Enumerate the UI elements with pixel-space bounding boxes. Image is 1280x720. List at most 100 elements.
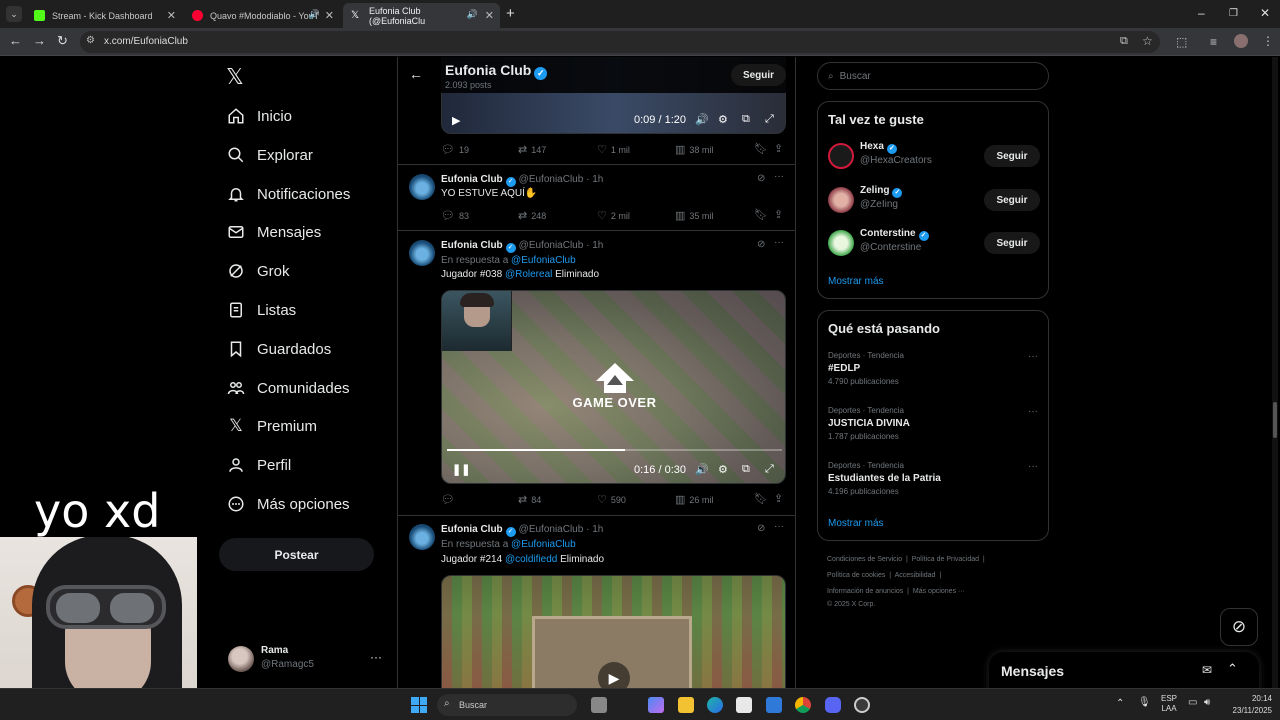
more-icon[interactable]: ···	[370, 650, 382, 664]
reply-action[interactable]: 💬︎ 83	[441, 209, 469, 222]
footer-link[interactable]: Más opciones ···	[913, 588, 965, 595]
grok-icon[interactable]: ⊘	[757, 523, 765, 534]
new-message-icon[interactable]: ✉	[1202, 663, 1212, 677]
discord-icon[interactable]	[825, 697, 841, 713]
search-input[interactable]: ⌕ Buscar	[817, 62, 1049, 90]
like-action[interactable]: ♡ 590	[597, 493, 626, 506]
pip-icon[interactable]: ⧉	[742, 463, 750, 476]
footer-link[interactable]: Política de Privacidad	[912, 556, 979, 563]
video-player[interactable]: ▶	[441, 575, 786, 688]
sidebar-item-guardados[interactable]: Guardados	[226, 337, 331, 361]
address-bar[interactable]: ⚙ x.com/EufoniaClub ⧉ ☆	[80, 31, 1160, 53]
follow-button[interactable]: Seguir	[984, 145, 1040, 167]
tweet-time[interactable]: · 1h	[586, 174, 603, 185]
video-progress-track[interactable]	[447, 449, 782, 451]
windows-start-icon[interactable]	[411, 697, 427, 713]
sidebar-item-mensajes[interactable]: Mensajes	[226, 220, 321, 244]
volume-icon[interactable]: 🔊	[695, 113, 709, 126]
more-icon[interactable]: ···	[774, 521, 784, 532]
messages-drawer[interactable]: Mensajes ✉ ⌃	[989, 652, 1259, 692]
widgets-icon[interactable]	[648, 697, 664, 713]
sidebar-item-mas-opciones[interactable]: Más opciones	[226, 492, 350, 516]
views-action[interactable]: ▥ 35 mil	[675, 209, 713, 222]
store-icon[interactable]	[736, 697, 752, 713]
like-action[interactable]: ♡ 1 mil	[597, 143, 630, 156]
author-name[interactable]: Eufonia Club	[441, 524, 503, 535]
forward-icon[interactable]: →	[33, 33, 46, 48]
settings-icon[interactable]: ⚙	[718, 463, 728, 476]
reply-action[interactable]: 💬︎ 19	[441, 143, 469, 156]
sidebar-item-perfil[interactable]: Perfil	[226, 453, 291, 477]
sidebar-item-grok[interactable]: Grok	[226, 259, 290, 283]
tab-youtube[interactable]: Quavo #Mododiablo - YouT 🔊 ✕	[184, 3, 340, 28]
extensions-icon[interactable]: ⬚	[1176, 35, 1187, 49]
suggested-user[interactable]: Hexa ✓ @HexaCreators Seguir	[828, 139, 1040, 175]
sidebar-item-comunidades[interactable]: Comunidades	[226, 376, 350, 400]
microphone-icon[interactable]: 🎙︎	[1138, 697, 1151, 708]
author-handle[interactable]: @EufoniaClub	[519, 524, 584, 535]
minimize-icon[interactable]: –	[1198, 6, 1205, 20]
views-action[interactable]: ▥ 26 mil	[675, 493, 713, 506]
page-scrollbar[interactable]	[1272, 57, 1278, 688]
tab-x-eufonia[interactable]: 𝕏 Eufonia Club (@EufoniaClu 🔊 ✕	[343, 3, 500, 28]
window-close-icon[interactable]: ✕	[1260, 6, 1270, 20]
maximize-icon[interactable]: ❐	[1229, 8, 1238, 19]
reply-to-link[interactable]: @EufoniaClub	[511, 255, 576, 266]
scrollbar-thumb[interactable]	[1273, 402, 1277, 438]
close-icon[interactable]: ✕	[485, 9, 494, 22]
tray-chevron-icon[interactable]: ⌃	[1116, 698, 1124, 709]
language-indicator[interactable]: ESP LAA	[1161, 694, 1177, 714]
show-more-link[interactable]: Mostrar más	[828, 518, 884, 529]
reload-icon[interactable]: ↻	[57, 33, 68, 49]
sidebar-item-premium[interactable]: 𝕏 Premium	[226, 414, 317, 438]
show-more-link[interactable]: Mostrar más	[828, 276, 884, 287]
fullscreen-icon[interactable]: ⤢	[765, 463, 774, 476]
pip-icon[interactable]: ⧉	[742, 113, 750, 126]
close-icon[interactable]: ✕	[167, 9, 176, 22]
expand-icon[interactable]: ⌃	[1227, 661, 1238, 677]
bookmark-action[interactable]: 🔖︎	[754, 492, 772, 505]
suggested-user[interactable]: Zeling ✓ @ZeIing Seguir	[828, 183, 1040, 219]
author-handle[interactable]: @EufoniaClub	[519, 174, 584, 185]
more-icon[interactable]: ···	[1028, 351, 1038, 362]
new-tab-button[interactable]: +	[506, 5, 515, 22]
tab-kick[interactable]: Stream - Kick Dashboard ✕	[26, 3, 182, 28]
avatar[interactable]	[409, 240, 435, 266]
trend-item[interactable]: Deportes · Tendencia Estudiantes de la P…	[828, 461, 1040, 496]
follow-button[interactable]: Seguir	[984, 189, 1040, 211]
grok-icon[interactable]: ⊘	[757, 173, 765, 184]
clock[interactable]: 20:14 23/11/2025	[1222, 693, 1272, 717]
video-player[interactable]: GAME OVER ❚❚ 0:16 / 0:30 🔊 ⚙ ⧉ ⤢	[441, 290, 786, 484]
repost-action[interactable]: ⇄ 84	[518, 493, 541, 506]
play-icon[interactable]: ▶	[598, 662, 630, 688]
sidebar-item-listas[interactable]: Listas	[226, 298, 296, 322]
obs-icon[interactable]	[854, 697, 870, 713]
share-action[interactable]: ⇪	[774, 142, 787, 155]
speaker-icon[interactable]: 🔊	[309, 9, 320, 20]
profile-avatar[interactable]	[1234, 34, 1248, 48]
author-name[interactable]: Eufonia Club	[441, 174, 503, 185]
share-action[interactable]: ⇪	[774, 208, 787, 221]
trend-item[interactable]: Deportes · Tendencia #EDLP 4.790 publica…	[828, 351, 1040, 386]
back-icon[interactable]: ←	[9, 33, 22, 48]
bookmark-star-icon[interactable]: ☆	[1142, 34, 1153, 48]
tweet-time[interactable]: · 1h	[586, 240, 603, 251]
network-icon[interactable]: ▭	[1188, 697, 1197, 708]
footer-link[interactable]: Información de anuncios	[827, 588, 903, 595]
mail-app-icon[interactable]	[766, 697, 782, 713]
more-icon[interactable]: ···	[774, 171, 784, 182]
pause-icon[interactable]: ❚❚	[452, 463, 470, 476]
follow-button[interactable]: Seguir	[984, 232, 1040, 254]
mention-link[interactable]: @Rolereal	[505, 269, 552, 280]
avatar[interactable]	[409, 174, 435, 200]
mention-link[interactable]: @coldifiedd	[505, 554, 557, 565]
fullscreen-icon[interactable]: ⤢	[765, 113, 774, 126]
avatar[interactable]	[409, 524, 435, 550]
sidebar-item-inicio[interactable]: Inicio	[226, 104, 292, 128]
play-icon[interactable]: ▶	[452, 114, 460, 127]
tweet-time[interactable]: · 1h	[586, 524, 603, 535]
trend-item[interactable]: Deportes · Tendencia JUSTICIA DIVINA 1.7…	[828, 406, 1040, 441]
footer-link[interactable]: Accesibilidad	[895, 572, 936, 579]
x-logo[interactable]: 𝕏	[226, 64, 244, 90]
like-action[interactable]: ♡ 2 mil	[597, 209, 630, 222]
